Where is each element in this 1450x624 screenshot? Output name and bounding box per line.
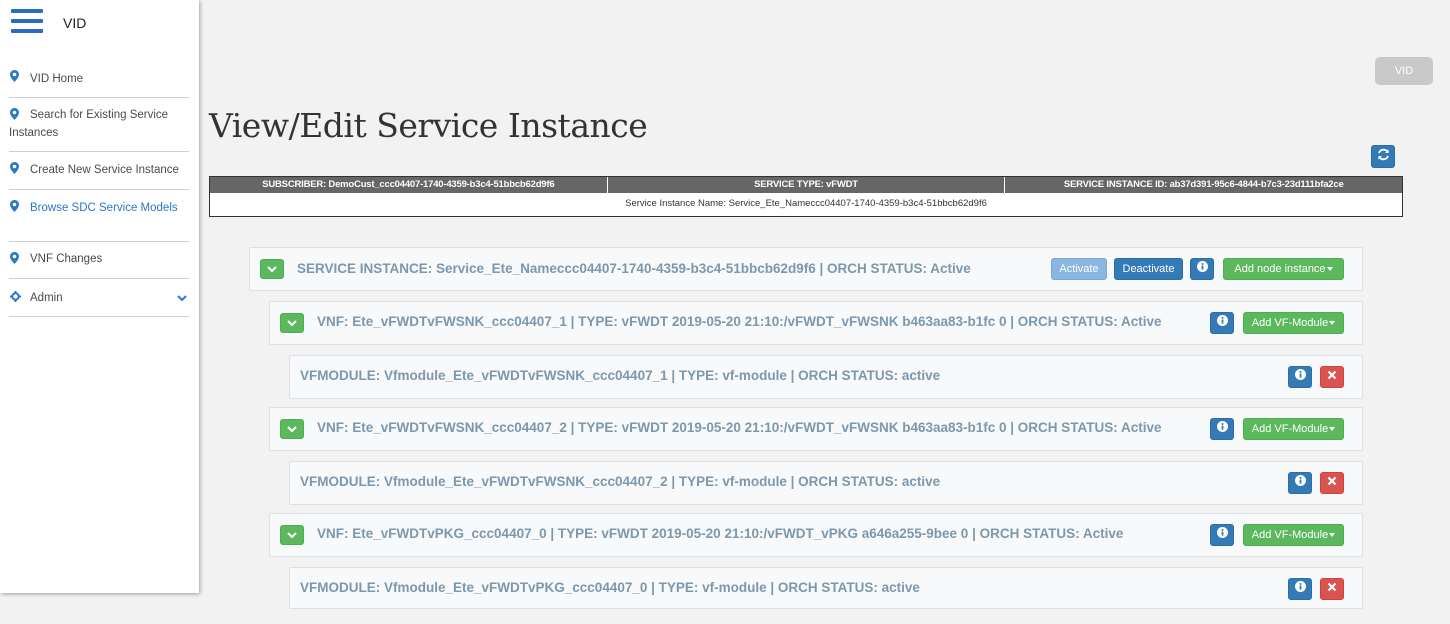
info-icon [1196, 259, 1208, 279]
nav-label: Create New Service Instance [30, 164, 179, 176]
sidebar: VID VID Home Search for Existing Service… [0, 0, 199, 593]
caret-down-icon [1329, 321, 1336, 326]
service-instance-label: SERVICE INSTANCE: Service_Ete_Nameccc044… [297, 261, 971, 276]
nav-label: VNF Changes [30, 253, 103, 265]
vnf-label: VNF: Ete_vFWDTvFWSNK_ccc04407_2 | TYPE: … [317, 420, 1162, 435]
gear-icon [10, 291, 21, 302]
add-vf-module-button[interactable]: Add VF-Module [1243, 312, 1344, 334]
service-info-header: SUBSCRIBER: DemoCust_ccc04407-1740-4359-… [210, 177, 1402, 193]
menu-icon[interactable] [11, 9, 43, 33]
info-icon [1216, 525, 1228, 545]
info-icon [1216, 313, 1228, 333]
map-pin-icon [10, 162, 19, 174]
collapse-toggle[interactable] [280, 419, 304, 439]
deactivate-button[interactable]: Deactivate [1114, 258, 1183, 280]
map-pin-icon [10, 200, 19, 212]
vfmodule-label: VFMODULE: Vfmodule_Ete_vFWDTvFWSNK_ccc04… [300, 474, 941, 489]
vnf-label: VNF: Ete_vFWDTvFWSNK_ccc04407_1 | TYPE: … [317, 314, 1162, 329]
app-title: VID [63, 15, 87, 31]
vnf-row: VNF: Ete_vFWDTvPKG_ccc04407_0 | TYPE: vF… [269, 513, 1363, 557]
info-button[interactable] [1210, 312, 1234, 334]
nav-item-browse-sdc[interactable]: Browse SDC Service Models [9, 190, 189, 242]
nav-menu: VID Home Search for Existing Service Ins… [9, 60, 189, 317]
map-pin-icon [10, 70, 19, 82]
nav-label: Browse SDC Service Models [30, 202, 178, 214]
refresh-icon [1377, 148, 1390, 166]
service-instance-id-cell: SERVICE INSTANCE ID: ab37d391-95c6-4844-… [1063, 179, 1344, 190]
vfmodule-row: VFMODULE: Vfmodule_Ete_vFWDTvFWSNK_ccc04… [289, 461, 1363, 505]
nav-item-vnf-changes[interactable]: VNF Changes [9, 242, 189, 279]
delete-button[interactable] [1320, 366, 1344, 388]
chevron-down-icon[interactable] [177, 290, 187, 308]
info-button[interactable] [1210, 524, 1234, 546]
chevron-down-icon [267, 260, 277, 278]
activate-button[interactable]: Activate [1051, 258, 1107, 280]
nav-label: Admin [30, 292, 63, 304]
vfmodule-label: VFMODULE: Vfmodule_Ete_vFWDTvPKG_ccc0440… [300, 580, 920, 595]
chevron-down-icon [287, 314, 297, 332]
service-info-table: SUBSCRIBER: DemoCust_ccc04407-1740-4359-… [209, 176, 1403, 217]
nav-item-search-existing[interactable]: Search for Existing Service Instances [9, 98, 189, 152]
nav-label: Search for Existing Service Instances [9, 109, 169, 139]
vfmodule-label: VFMODULE: Vfmodule_Ete_vFWDTvFWSNK_ccc04… [300, 368, 941, 383]
vnf-row: VNF: Ete_vFWDTvFWSNK_ccc04407_1 | TYPE: … [269, 301, 1363, 345]
service-instance-name-cell: Service Instance Name: Service_Ete_Namec… [625, 198, 987, 209]
vfmodule-row: VFMODULE: Vfmodule_Ete_vFWDTvPKG_ccc0440… [289, 567, 1363, 609]
nav-item-admin[interactable]: Admin [9, 279, 189, 317]
add-vf-module-label: Add VF-Module [1251, 317, 1329, 329]
info-icon [1294, 473, 1306, 493]
delete-button[interactable] [1320, 578, 1344, 600]
refresh-button[interactable] [1371, 145, 1395, 168]
info-button[interactable] [1288, 578, 1312, 600]
map-pin-icon [10, 108, 19, 120]
vnf-row: VNF: Ete_vFWDTvFWSNK_ccc04407_2 | TYPE: … [269, 407, 1363, 451]
nav-label: VID Home [30, 73, 84, 85]
caret-down-icon [1329, 427, 1336, 432]
nav-item-create-new[interactable]: Create New Service Instance [9, 152, 189, 190]
vfmodule-row: VFMODULE: Vfmodule_Ete_vFWDTvFWSNK_ccc04… [289, 355, 1363, 399]
page-title: View/Edit Service Instance [209, 106, 648, 145]
info-icon [1294, 367, 1306, 387]
add-node-instance-button[interactable]: Add node instance [1223, 258, 1344, 280]
add-vf-module-label: Add VF-Module [1251, 423, 1329, 435]
close-icon [1327, 367, 1337, 387]
vid-button[interactable]: VID [1375, 57, 1433, 85]
info-icon [1294, 579, 1306, 599]
info-button[interactable] [1190, 258, 1214, 280]
collapse-toggle[interactable] [280, 313, 304, 333]
chevron-down-icon [287, 526, 297, 544]
info-icon [1216, 419, 1228, 439]
delete-button[interactable] [1320, 472, 1344, 494]
sidebar-header: VID [0, 0, 199, 46]
info-button[interactable] [1210, 418, 1234, 440]
info-button[interactable] [1288, 472, 1312, 494]
add-vf-module-button[interactable]: Add VF-Module [1243, 524, 1344, 546]
service-type-cell: SERVICE TYPE: vFWDT [608, 177, 1006, 193]
subscriber-cell: SUBSCRIBER: DemoCust_ccc04407-1740-4359-… [210, 177, 608, 193]
add-vf-module-button[interactable]: Add VF-Module [1243, 418, 1344, 440]
add-node-instance-label: Add node instance [1234, 263, 1326, 275]
caret-down-icon [1326, 267, 1333, 272]
collapse-toggle[interactable] [280, 525, 304, 545]
collapse-toggle[interactable] [260, 259, 284, 279]
service-instance-row: SERVICE INSTANCE: Service_Ete_Nameccc044… [249, 247, 1363, 291]
close-icon [1327, 579, 1337, 599]
map-pin-icon [10, 252, 19, 264]
chevron-down-icon [287, 420, 297, 438]
nav-item-vid-home[interactable]: VID Home [9, 60, 189, 98]
info-button[interactable] [1288, 366, 1312, 388]
vnf-label: VNF: Ete_vFWDTvPKG_ccc04407_0 | TYPE: vF… [317, 526, 1124, 541]
close-icon [1327, 473, 1337, 493]
add-vf-module-label: Add VF-Module [1251, 529, 1329, 541]
caret-down-icon [1329, 533, 1336, 538]
